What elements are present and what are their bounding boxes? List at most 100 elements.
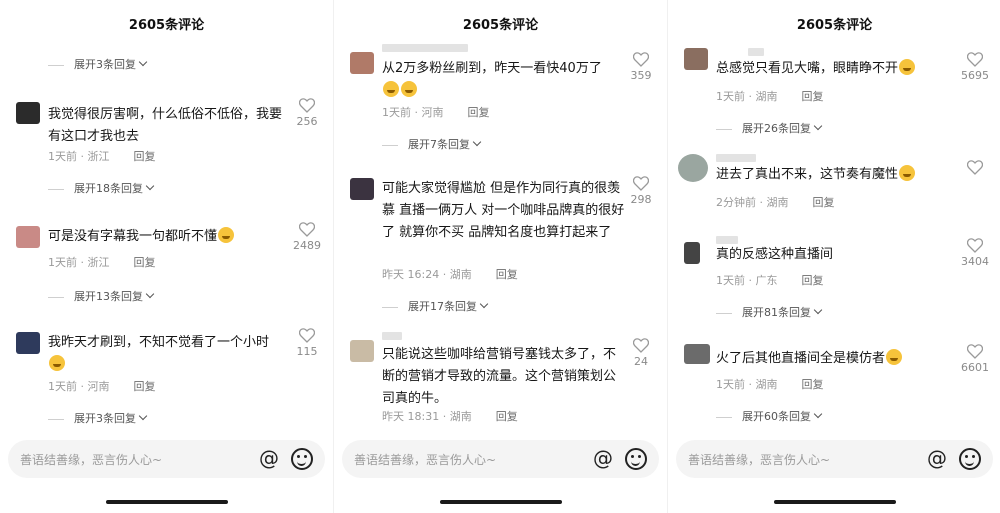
username-redacted xyxy=(716,236,738,244)
reply-button[interactable]: 回复 xyxy=(134,150,156,163)
avatar[interactable] xyxy=(16,226,40,248)
reply-button[interactable]: 回复 xyxy=(802,274,824,287)
laughing-emoji-icon xyxy=(49,355,65,371)
avatar[interactable] xyxy=(350,340,374,362)
comment-text: 进去了真出不来，这节奏有魔性 xyxy=(716,164,960,186)
comment-text: 真的反感这种直播间 xyxy=(716,247,834,262)
like-button[interactable]: 359 xyxy=(621,52,661,82)
reply-button[interactable]: 回复 xyxy=(802,378,824,391)
like-count: 256 xyxy=(296,115,318,128)
laughing-emoji-icon xyxy=(899,165,916,181)
avatar[interactable] xyxy=(684,344,710,364)
avatar[interactable] xyxy=(350,52,374,74)
like-button[interactable]: 115 xyxy=(287,328,327,358)
expand-replies-button[interactable]: 展开26条回复 xyxy=(716,120,823,136)
expand-replies-button[interactable]: 展开81条回复 xyxy=(716,304,823,320)
comment-meta: 1天前 · 浙江 回复 xyxy=(48,256,156,269)
mention-button[interactable]: @ xyxy=(927,446,947,470)
comment-panel-3: 2605条评论 总感觉只看见大嘴，眼睛睁不开 1天前 · 湖南 回复 5695 展… xyxy=(668,0,1000,513)
like-count: 5695 xyxy=(961,69,989,82)
expand-replies-button[interactable]: 展开60条回复 xyxy=(716,408,823,424)
chevron-down-icon xyxy=(813,305,823,315)
avatar[interactable] xyxy=(16,332,40,354)
heart-icon xyxy=(299,328,315,343)
comments-title: 2605条评论 xyxy=(796,18,873,33)
laughing-emoji-icon xyxy=(886,349,903,365)
like-button[interactable]: 6601 xyxy=(955,344,995,374)
chevron-down-icon xyxy=(479,299,489,309)
comment-input[interactable]: 善语结善缘，恶言伤人心~ xyxy=(354,451,496,468)
chevron-down-icon xyxy=(138,57,148,67)
like-button[interactable]: 24 xyxy=(621,338,661,368)
emoji-icon[interactable] xyxy=(959,448,981,470)
reply-button[interactable]: 回复 xyxy=(496,410,518,423)
expand-replies-button[interactable]: 展开7条回复 xyxy=(382,136,482,152)
reply-button[interactable]: 回复 xyxy=(134,380,156,393)
comment-meta: 1天前 · 湖南 回复 xyxy=(716,90,824,103)
like-button[interactable]: 2489 xyxy=(287,222,327,252)
like-button[interactable]: 3404 xyxy=(955,238,995,268)
comment-input-bar[interactable]: 善语结善缘，恶言伤人心~ @ xyxy=(8,440,325,478)
expand-replies-button[interactable]: 展开3条回复 xyxy=(48,410,148,426)
like-count: 298 xyxy=(630,193,652,206)
avatar[interactable] xyxy=(684,242,700,264)
laughing-emoji-icon xyxy=(899,59,916,75)
username-redacted xyxy=(382,44,468,52)
expand-replies-button[interactable]: 展开18条回复 xyxy=(48,180,155,196)
username-redacted xyxy=(716,154,756,162)
reply-button[interactable]: 回复 xyxy=(802,90,824,103)
like-button[interactable]: 5695 xyxy=(955,52,995,82)
chevron-down-icon xyxy=(138,411,148,421)
avatar[interactable] xyxy=(684,48,708,70)
heart-icon xyxy=(967,160,983,175)
avatar[interactable] xyxy=(16,102,40,124)
comment-input-bar[interactable]: 善语结善缘，恶言伤人心~ @ xyxy=(676,440,993,478)
comment-meta: 1天前 · 河南 回复 xyxy=(382,106,490,119)
reply-button[interactable]: 回复 xyxy=(813,196,835,209)
like-button[interactable]: 298 xyxy=(621,176,661,206)
like-count: 359 xyxy=(630,69,652,82)
like-button[interactable]: 256 xyxy=(287,98,327,128)
expand-replies-button[interactable]: 展开17条回复 xyxy=(382,298,489,314)
emoji-icon[interactable] xyxy=(291,448,313,470)
heart-icon xyxy=(967,344,983,359)
comment-text: 火了后其他直播间全是模仿者 xyxy=(716,348,960,370)
avatar[interactable] xyxy=(678,154,708,182)
comment-input[interactable]: 善语结善缘，恶言伤人心~ xyxy=(20,451,162,468)
reply-button[interactable]: 回复 xyxy=(496,268,518,281)
comment-meta: 1天前 · 浙江 回复 xyxy=(48,150,156,163)
home-indicator xyxy=(440,500,562,504)
expand-replies-button[interactable]: 展开13条回复 xyxy=(48,288,155,304)
comment-meta: 昨天 16:24 · 湖南 回复 xyxy=(382,268,518,281)
expand-replies-button[interactable]: 展开3条回复 xyxy=(48,56,148,72)
reply-button[interactable]: 回复 xyxy=(134,256,156,269)
comment-input-bar[interactable]: 善语结善缘，恶言伤人心~ @ xyxy=(342,440,659,478)
comment-meta: 昨天 18:31 · 湖南 回复 xyxy=(382,410,518,423)
comment-text: 可能大家觉得尴尬 但是作为同行真的很羡慕 直播一俩万人 对一个咖啡品牌真的很好了… xyxy=(382,181,625,240)
username-redacted xyxy=(382,332,402,340)
heart-icon xyxy=(633,176,649,191)
comments-title: 2605条评论 xyxy=(128,18,205,33)
mention-button[interactable]: @ xyxy=(259,446,279,470)
comment-text: 只能说这些咖啡给营销号塞钱太多了，不断的营销才导致的流量。这个营销策划公司真的牛… xyxy=(382,347,617,406)
comments-title: 2605条评论 xyxy=(462,18,539,33)
username-redacted xyxy=(748,48,764,56)
like-button[interactable] xyxy=(955,160,995,175)
chevron-down-icon xyxy=(145,289,155,299)
reply-button[interactable]: 回复 xyxy=(468,106,490,119)
comment-input[interactable]: 善语结善缘，恶言伤人心~ xyxy=(688,451,830,468)
chevron-down-icon xyxy=(813,121,823,131)
home-indicator xyxy=(106,500,228,504)
heart-icon xyxy=(633,52,649,67)
comment-text: 可是没有字幕我一句都听不懂 xyxy=(48,226,292,248)
avatar[interactable] xyxy=(350,178,374,200)
laughing-emoji-icon xyxy=(401,81,417,97)
like-count: 24 xyxy=(634,355,648,368)
mention-button[interactable]: @ xyxy=(593,446,613,470)
heart-icon xyxy=(299,222,315,237)
comment-panel-1: 2605条评论 展开3条回复 我觉得很厉害啊，什么低俗不低俗，我要有这口才我也去… xyxy=(0,0,333,513)
like-count: 6601 xyxy=(961,361,989,374)
comment-meta: 1天前 · 广东 回复 xyxy=(716,274,824,287)
emoji-icon[interactable] xyxy=(625,448,647,470)
comment-text: 我觉得很厉害啊，什么低俗不低俗，我要有这口才我也去 xyxy=(48,107,283,144)
